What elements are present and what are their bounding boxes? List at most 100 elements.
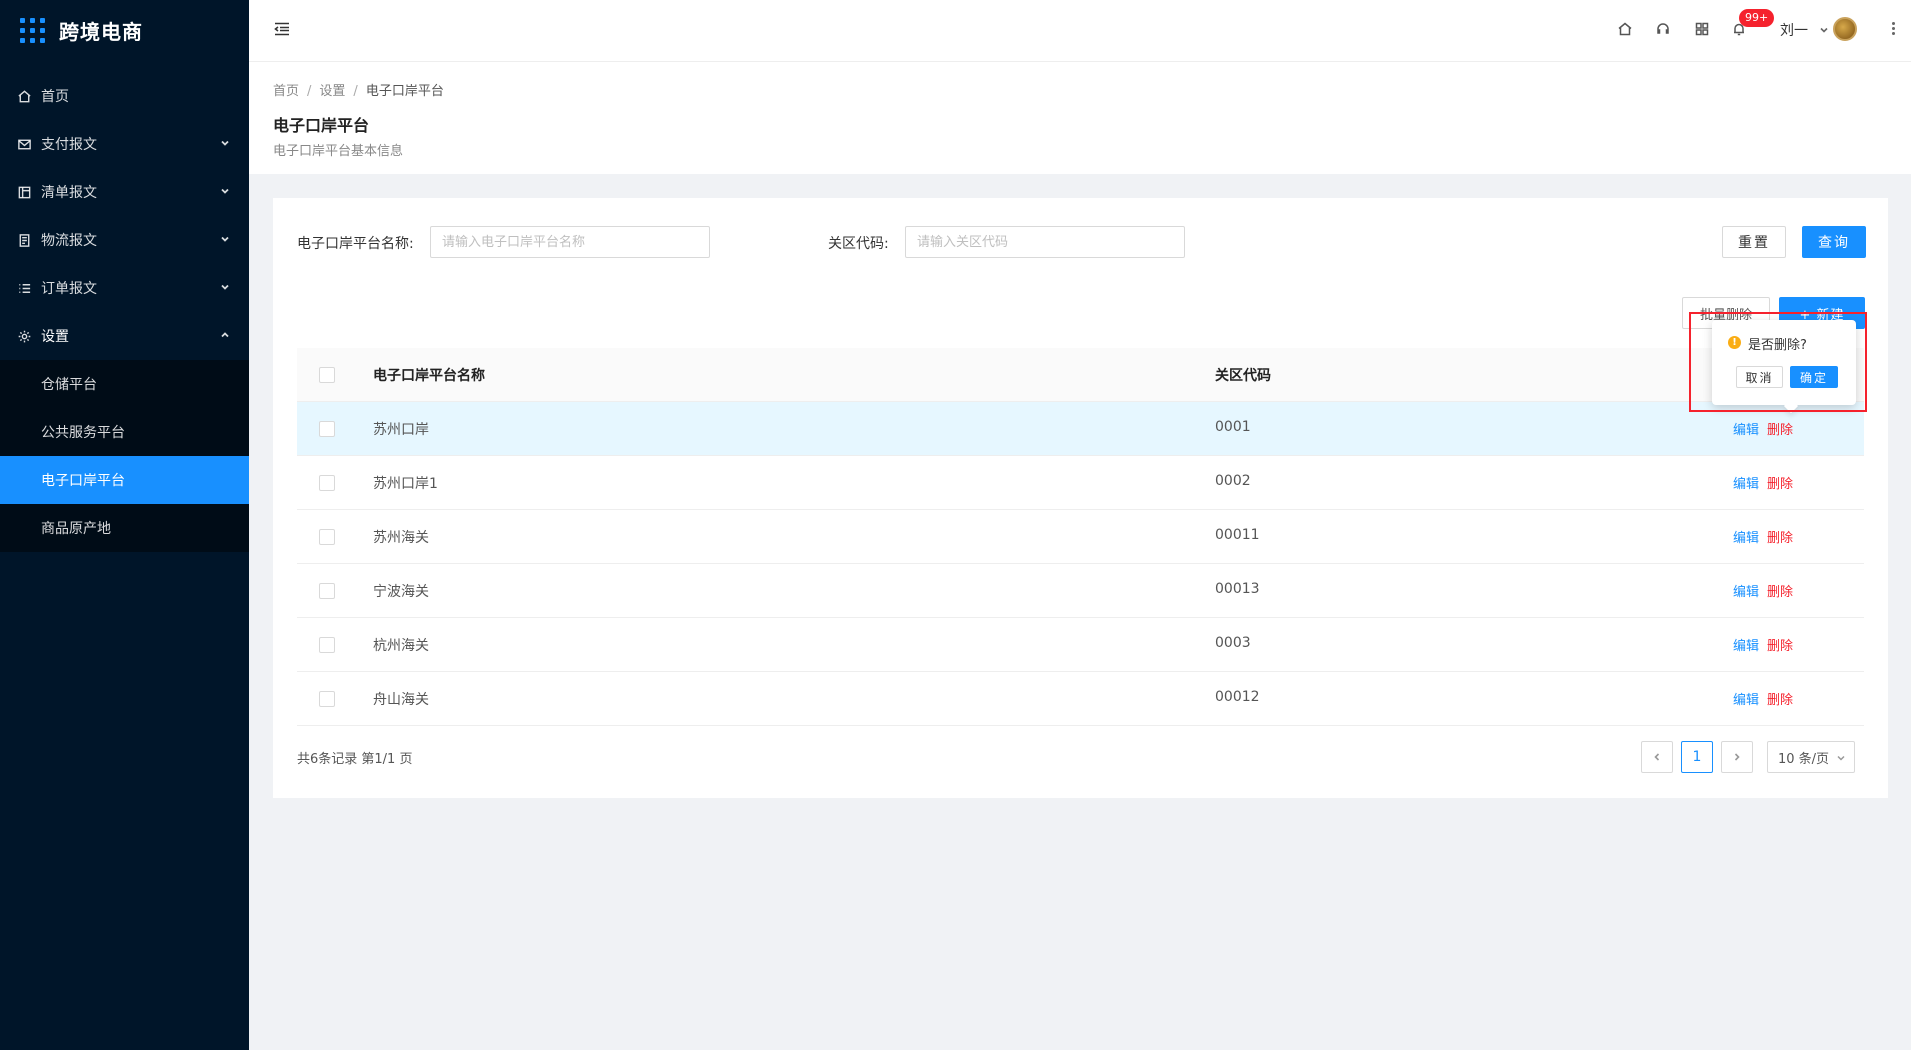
prev-page-button[interactable] bbox=[1641, 741, 1673, 773]
chevron-down-icon bbox=[1837, 755, 1845, 761]
chevron-right-icon bbox=[1734, 753, 1740, 761]
sidebar-item-e-port[interactable]: 电子口岸平台 bbox=[0, 456, 249, 504]
sidebar-item-payment[interactable]: 支付报文 bbox=[0, 120, 249, 168]
edit-link[interactable]: 编辑 bbox=[1733, 693, 1759, 708]
logo[interactable]: 跨境电商 bbox=[0, 0, 249, 60]
row-actions: 编辑 删除 bbox=[1733, 419, 1793, 438]
select-all-checkbox[interactable] bbox=[319, 367, 335, 383]
headset-icon[interactable] bbox=[1655, 21, 1671, 37]
sidebar-item-label: 订单报文 bbox=[41, 281, 97, 297]
next-page-button[interactable] bbox=[1721, 741, 1753, 773]
apps-icon[interactable] bbox=[1694, 21, 1710, 37]
row-checkbox[interactable] bbox=[319, 637, 335, 653]
delete-link[interactable]: 删除 bbox=[1767, 693, 1793, 708]
more-vertical-icon[interactable] bbox=[1892, 22, 1898, 38]
sidebar-item-orders[interactable]: 订单报文 bbox=[0, 264, 249, 312]
search-button[interactable]: 查询 bbox=[1802, 226, 1866, 258]
table-row: 杭州海关 0003 编辑 删除 bbox=[297, 618, 1864, 672]
cell-name: 舟山海关 bbox=[373, 692, 429, 708]
app-grid-icon bbox=[20, 17, 45, 43]
table-row: 舟山海关 00012 编辑 删除 bbox=[297, 672, 1864, 726]
top-header: 99+ 刘一 bbox=[249, 0, 1911, 62]
row-actions: 编辑 删除 bbox=[1733, 689, 1793, 708]
home-icon bbox=[16, 88, 32, 104]
doc-icon bbox=[16, 232, 32, 248]
breadcrumb: 首页 / 设置 / 电子口岸平台 bbox=[273, 84, 444, 99]
content-card: 电子口岸平台名称: 关区代码: 重置 查询 批量删除 + 新建 电子口岸平台名称… bbox=[273, 198, 1888, 798]
sidebar-item-label: 物流报文 bbox=[41, 233, 97, 249]
cell-code: 00011 bbox=[1215, 527, 1260, 543]
gear-icon bbox=[16, 328, 32, 344]
sidebar-menu: 首页 支付报文 清单报文 物流报文 订单报文 设置 仓储平台 公共服务平台 电子… bbox=[0, 72, 249, 552]
sidebar-item-public-service[interactable]: 公共服务平台 bbox=[0, 408, 249, 456]
row-checkbox[interactable] bbox=[319, 583, 335, 599]
platform-name-input[interactable] bbox=[430, 226, 710, 258]
app-title: 跨境电商 bbox=[59, 19, 143, 44]
edit-link[interactable]: 编辑 bbox=[1733, 585, 1759, 600]
chevron-down-icon[interactable] bbox=[1819, 23, 1829, 33]
delete-link[interactable]: 删除 bbox=[1767, 531, 1793, 546]
highlight-box bbox=[1689, 312, 1867, 412]
home-icon[interactable] bbox=[1617, 21, 1633, 37]
table-row: 宁波海关 00013 编辑 删除 bbox=[297, 564, 1864, 618]
row-checkbox[interactable] bbox=[319, 691, 335, 707]
sidebar-item-label: 电子口岸平台 bbox=[41, 473, 125, 489]
chevron-down-icon bbox=[219, 137, 231, 149]
edit-link[interactable]: 编辑 bbox=[1733, 477, 1759, 492]
customs-code-label: 关区代码: bbox=[828, 236, 889, 252]
menu-fold-icon[interactable] bbox=[273, 20, 293, 40]
page-header: 首页 / 设置 / 电子口岸平台 电子口岸平台 电子口岸平台基本信息 bbox=[249, 62, 1911, 174]
settings-submenu: 仓储平台 公共服务平台 电子口岸平台 商品原产地 bbox=[0, 360, 249, 552]
sidebar-item-origin[interactable]: 商品原产地 bbox=[0, 504, 249, 552]
row-checkbox[interactable] bbox=[319, 529, 335, 545]
breadcrumb-settings[interactable]: 设置 bbox=[319, 84, 345, 99]
delete-link[interactable]: 删除 bbox=[1767, 423, 1793, 438]
page-size-value: 10 条/页 bbox=[1778, 751, 1830, 767]
row-checkbox[interactable] bbox=[319, 475, 335, 491]
table-row: 苏州海关 00011 编辑 删除 bbox=[297, 510, 1864, 564]
page-size-select[interactable]: 10 条/页 bbox=[1767, 741, 1855, 773]
chevron-down-icon bbox=[219, 233, 231, 245]
sidebar-item-logistics[interactable]: 物流报文 bbox=[0, 216, 249, 264]
row-actions: 编辑 删除 bbox=[1733, 527, 1793, 546]
sidebar-item-warehouse[interactable]: 仓储平台 bbox=[0, 360, 249, 408]
row-actions: 编辑 删除 bbox=[1733, 473, 1793, 492]
user-name[interactable]: 刘一 bbox=[1780, 20, 1808, 40]
cell-code: 00012 bbox=[1215, 689, 1260, 705]
delete-link[interactable]: 删除 bbox=[1767, 477, 1793, 492]
sidebar-item-label: 清单报文 bbox=[41, 185, 97, 201]
edit-link[interactable]: 编辑 bbox=[1733, 639, 1759, 654]
sidebar-item-label: 支付报文 bbox=[41, 137, 97, 153]
cell-code: 0003 bbox=[1215, 635, 1251, 651]
table-header: 电子口岸平台名称 关区代码 bbox=[297, 348, 1864, 402]
sidebar-item-home[interactable]: 首页 bbox=[0, 72, 249, 120]
edit-link[interactable]: 编辑 bbox=[1733, 423, 1759, 438]
cell-name: 苏州海关 bbox=[373, 530, 429, 546]
column-header-code: 关区代码 bbox=[1215, 368, 1271, 384]
sidebar-item-label: 设置 bbox=[41, 329, 69, 345]
cell-code: 0002 bbox=[1215, 473, 1251, 489]
sidebar-item-manifest[interactable]: 清单报文 bbox=[0, 168, 249, 216]
page-description: 电子口岸平台基本信息 bbox=[273, 144, 404, 159]
reset-button[interactable]: 重置 bbox=[1722, 226, 1786, 258]
breadcrumb-current: 电子口岸平台 bbox=[365, 84, 444, 99]
page-1-button[interactable]: 1 bbox=[1681, 741, 1713, 773]
sidebar: 跨境电商 首页 支付报文 清单报文 物流报文 订单报文 设置 仓储平台 公共服务… bbox=[0, 0, 249, 1050]
platform-name-label: 电子口岸平台名称: bbox=[297, 236, 414, 252]
page-title: 电子口岸平台 bbox=[273, 116, 370, 135]
cell-name: 苏州口岸1 bbox=[373, 476, 438, 492]
delete-link[interactable]: 删除 bbox=[1767, 639, 1793, 654]
avatar[interactable] bbox=[1833, 17, 1857, 41]
delete-link[interactable]: 删除 bbox=[1767, 585, 1793, 600]
column-header-name: 电子口岸平台名称 bbox=[373, 368, 485, 384]
sidebar-item-label: 首页 bbox=[41, 89, 69, 105]
notification-badge: 99+ bbox=[1739, 9, 1775, 27]
customs-code-input[interactable] bbox=[905, 226, 1185, 258]
row-checkbox[interactable] bbox=[319, 421, 335, 437]
edit-link[interactable]: 编辑 bbox=[1733, 531, 1759, 546]
table-row: 苏州口岸1 0002 编辑 删除 bbox=[297, 456, 1864, 510]
row-actions: 编辑 删除 bbox=[1733, 581, 1793, 600]
breadcrumb-home[interactable]: 首页 bbox=[273, 84, 299, 99]
platform-table: 电子口岸平台名称 关区代码 苏州口岸 0001 编辑 删除 苏州口岸1 0002 … bbox=[297, 348, 1864, 726]
sidebar-item-settings[interactable]: 设置 bbox=[0, 312, 249, 360]
